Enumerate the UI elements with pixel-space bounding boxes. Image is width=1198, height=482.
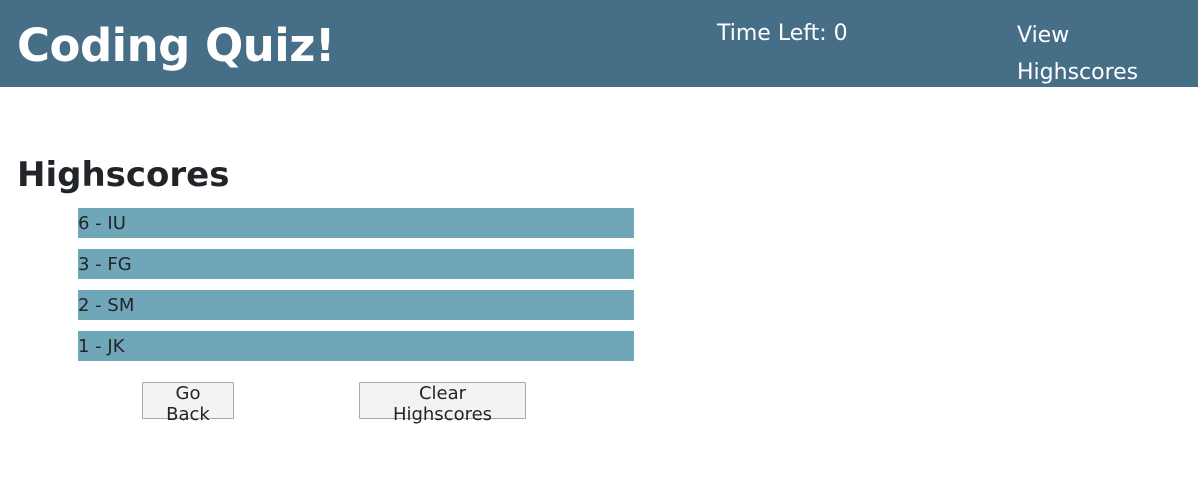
highscore-item: 1 - JK (78, 331, 634, 361)
highscore-item: 6 - IU (78, 208, 634, 238)
page-title: Highscores (17, 155, 230, 195)
header-bar: Coding Quiz! Time Left: 0 View Highscore… (0, 0, 1198, 87)
go-back-button[interactable]: Go Back (142, 382, 234, 425)
highscore-list: 6 - IU 3 - FG 2 - SM 1 - JK (78, 208, 634, 372)
highscore-item: 2 - SM (78, 290, 634, 320)
clear-highscores-button[interactable]: Clear Highscores (359, 382, 526, 425)
view-highscores-link[interactable]: View Highscores (1017, 17, 1167, 91)
highscore-item: 3 - FG (78, 249, 634, 279)
timer-display: Time Left: 0 (717, 21, 848, 46)
app-title: Coding Quiz! (17, 19, 335, 72)
